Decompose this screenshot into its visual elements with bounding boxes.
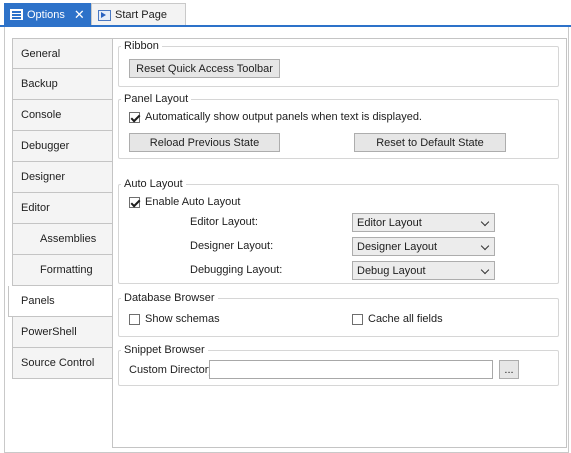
editor-layout-select[interactable]: Editor Layout [352,213,495,232]
show-schemas-label: Show schemas [145,313,220,325]
start-page-icon [98,9,111,21]
category-backup[interactable]: Backup [12,69,113,100]
reset-quick-access-toolbar-button[interactable]: Reset Quick Access Toolbar [129,59,280,78]
category-list: General Backup Console Debugger Designer… [8,38,114,379]
snippet-browser-legend: Snippet Browser [124,344,205,356]
checkbox-box[interactable] [352,313,363,325]
chevron-down-icon [480,217,490,227]
category-label: Backup [21,78,58,90]
category-label: General [21,47,61,60]
debugging-layout-label: Debugging Layout: [190,264,283,276]
category-label: Editor [21,202,50,214]
cache-all-fields-label: Cache all fields [368,313,443,325]
category-label: Panels [21,295,55,307]
category-label: Assemblies [40,233,97,245]
debugging-layout-select[interactable]: Debug Layout [352,261,495,280]
category-label: Source Control [21,357,95,369]
reset-to-default-state-button[interactable]: Reset to Default State [354,133,506,152]
ribbon-legend: Ribbon [124,40,159,52]
debugging-layout-value: Debug Layout [357,264,426,277]
cache-all-fields-checkbox[interactable]: Cache all fields [352,313,443,325]
category-powershell[interactable]: PowerShell [12,317,113,348]
auto-show-output-checkbox[interactable]: Automatically show output panels when te… [129,111,422,123]
editor-layout-value: Editor Layout [357,216,422,229]
enable-auto-layout-checkbox[interactable]: Enable Auto Layout [129,196,240,208]
category-general[interactable]: General [12,38,113,69]
close-icon[interactable]: ✕ [74,7,85,23]
checkbox-box[interactable] [129,196,140,208]
tab-options-label: Options [27,8,65,21]
reload-previous-state-button[interactable]: Reload Previous State [129,133,280,152]
document-tab-strip: Options ✕ Start Page [0,0,571,27]
category-source-control[interactable]: Source Control [12,348,113,379]
category-debugger[interactable]: Debugger [12,131,113,162]
category-assemblies[interactable]: Assemblies [12,224,113,255]
enable-auto-layout-label: Enable Auto Layout [145,196,241,208]
custom-directory-input[interactable] [209,360,493,379]
chevron-down-icon [480,241,490,251]
category-label: PowerShell [21,326,77,338]
designer-layout-select[interactable]: Designer Layout [352,237,495,256]
designer-layout-value: Designer Layout [357,240,438,253]
category-label: Formatting [40,264,93,276]
auto-layout-legend: Auto Layout [124,178,183,190]
category-designer[interactable]: Designer [12,162,113,193]
database-browser-legend: Database Browser [124,292,215,304]
custom-directory-label: Custom Directory: [129,364,218,376]
tab-start-page-label: Start Page [115,9,167,21]
options-icon [10,9,23,20]
tab-options[interactable]: Options ✕ [4,3,91,26]
category-panels[interactable]: Panels [8,286,114,317]
category-editor[interactable]: Editor [12,193,113,224]
chevron-down-icon [480,265,490,275]
auto-show-output-label: Automatically show output panels when te… [145,111,422,123]
category-label: Debugger [21,140,70,152]
designer-layout-label: Designer Layout: [190,240,274,252]
category-console[interactable]: Console [12,100,113,131]
show-schemas-checkbox[interactable]: Show schemas [129,313,220,325]
category-formatting[interactable]: Formatting [12,255,113,286]
category-label: Console [21,109,62,121]
tab-start-page[interactable]: Start Page [91,3,186,26]
panel-layout-legend: Panel Layout [124,93,189,105]
checkbox-box[interactable] [129,313,140,325]
category-label: Designer [21,171,66,183]
editor-layout-label: Editor Layout: [190,216,258,228]
browse-directory-button[interactable]: ... [499,360,519,379]
checkbox-box[interactable] [129,111,140,123]
